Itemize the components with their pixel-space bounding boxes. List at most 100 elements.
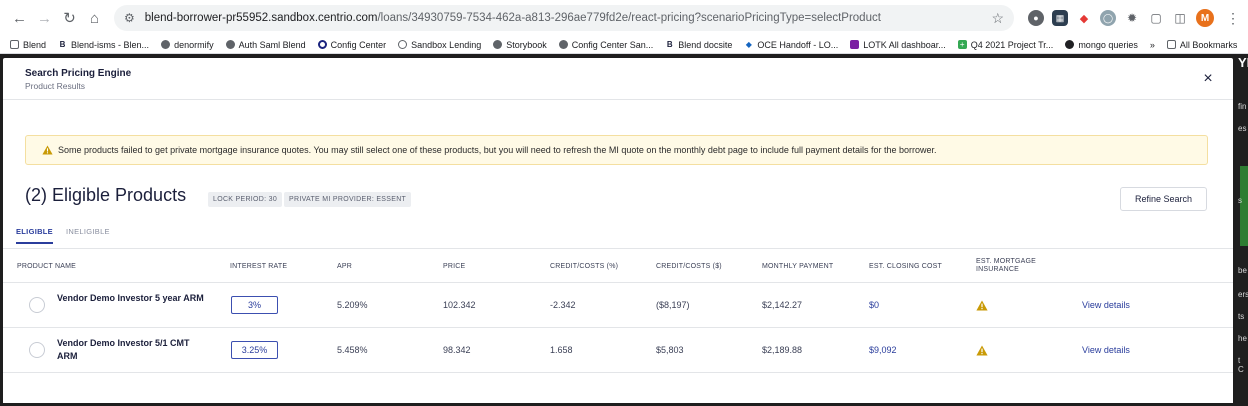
- bookmark-label: Sandbox Lending: [411, 39, 482, 50]
- bookmark-item[interactable]: Blend: [10, 40, 46, 50]
- background-text: fin: [1238, 102, 1247, 111]
- site-settings-icon[interactable]: ⚙: [124, 11, 135, 25]
- bookmark-label: Config Center San...: [571, 39, 654, 50]
- bookmarks-overflow[interactable]: »: [1150, 40, 1155, 50]
- mi-provider-chip: PRIVATE MI PROVIDER: ESSENT: [284, 192, 412, 207]
- background-text: ers: [1238, 290, 1248, 299]
- background-text: es: [1238, 124, 1247, 133]
- price-value: 98.342: [443, 345, 471, 355]
- side-panel-icon[interactable]: ◫: [1172, 10, 1188, 26]
- bookmark-item[interactable]: Config Center San...: [558, 39, 654, 50]
- product-name: Vendor Demo Investor 5/1 CMT ARM: [57, 338, 190, 361]
- col-credit-costs-pct: CREDIT/COSTS (%): [550, 263, 619, 270]
- bookmark-label: Q4 2021 Project Tr...: [970, 39, 1054, 50]
- extension-icon[interactable]: ●: [1028, 10, 1044, 26]
- bookmark-label: denormify: [174, 39, 214, 50]
- refine-search-button[interactable]: Refine Search: [1120, 187, 1207, 211]
- avatar[interactable]: M: [1196, 9, 1214, 27]
- mongo-icon: [1065, 40, 1075, 49]
- forward-icon[interactable]: →: [33, 5, 56, 31]
- browser-toolbar: ← → ↻ ⌂ ⚙ blend-borrower-pr55952.sandbox…: [0, 0, 1248, 36]
- col-credit-costs-usd: CREDIT/COSTS ($): [656, 263, 722, 270]
- all-bookmarks[interactable]: All Bookmarks: [1166, 40, 1237, 50]
- address-bar[interactable]: ⚙ blend-borrower-pr55952.sandbox.centrio…: [114, 5, 1014, 31]
- credit-costs-usd-value: ($8,197): [656, 300, 690, 310]
- blend-logo-icon: B: [666, 40, 673, 49]
- bookmark-item[interactable]: Config Center: [317, 40, 386, 50]
- bookmark-item[interactable]: Sandbox Lending: [398, 40, 481, 50]
- dashboard-icon: [850, 40, 860, 49]
- loading-icon: [398, 40, 408, 49]
- est-closing-cost-value: $0: [869, 300, 880, 310]
- view-details-link[interactable]: View details: [1082, 345, 1130, 355]
- globe-icon: [225, 40, 235, 49]
- bookmark-label: mongo queries: [1078, 39, 1138, 50]
- background-text: YE: [1238, 55, 1248, 70]
- modal-footer-space: [3, 373, 1233, 403]
- col-est-closing-cost: EST. CLOSING COST: [869, 263, 943, 270]
- bookmarks-bar: Blend B Blend-isms - Blen... denormify Au…: [0, 36, 1248, 54]
- interest-rate-input[interactable]: 3%: [231, 296, 278, 314]
- interest-rate-input[interactable]: 3.25%: [231, 341, 278, 359]
- col-product-name: PRODUCT NAME: [17, 263, 77, 270]
- bookmark-item[interactable]: Storybook: [493, 40, 547, 50]
- modal-header: Search Pricing Engine Product Results ×: [3, 58, 1233, 100]
- url-host: blend-borrower-pr55952.sandbox.centrio.c…: [144, 12, 378, 24]
- bookmark-item[interactable]: B Blend-isms - Blen...: [58, 40, 149, 50]
- col-est-mortgage-insurance: EST. MORTGAGE INSURANCE: [976, 258, 1037, 273]
- section-title: (2) Eligible Products: [25, 185, 187, 205]
- bookmark-item[interactable]: denormify: [161, 40, 214, 50]
- reload-icon[interactable]: ↻: [58, 5, 81, 31]
- url-path: /loans/34930759-7534-462a-a813-296ae779f…: [377, 12, 881, 24]
- bookmark-item[interactable]: Auth Saml Blend: [225, 40, 306, 50]
- bookmark-label: Blend: [23, 39, 47, 50]
- extension-icon[interactable]: ▦: [1052, 10, 1068, 26]
- bookmark-label: Blend docsite: [678, 39, 733, 50]
- col-monthly-payment: MONTHLY PAYMENT: [762, 263, 834, 270]
- globe-icon: [161, 40, 171, 49]
- extensions-row: ● ▦ ◆ ◯ ✹ ▢ ◫ M ⋮: [1028, 9, 1240, 27]
- bookmark-item[interactable]: LOTK All dashboar...: [850, 40, 946, 50]
- bookmark-label: Storybook: [506, 39, 547, 50]
- bookmark-label: LOTK All dashboar...: [863, 39, 946, 50]
- close-icon[interactable]: ×: [1199, 70, 1217, 88]
- extension-icon[interactable]: ◯: [1100, 10, 1116, 26]
- bookmark-item[interactable]: B Blend docsite: [665, 40, 732, 50]
- view-details-link[interactable]: View details: [1082, 300, 1130, 310]
- modal-subtitle: Product Results: [25, 81, 85, 91]
- col-price: PRICE: [443, 263, 466, 270]
- tab-eligible[interactable]: ELIGIBLE: [16, 224, 53, 244]
- globe-icon: [558, 40, 568, 49]
- bookmark-label: OCE Handoff - LO...: [757, 39, 839, 50]
- warning-banner: Some products failed to get private mort…: [25, 135, 1208, 165]
- select-product-radio[interactable]: [29, 342, 45, 358]
- warning-icon: [976, 345, 988, 356]
- credit-costs-pct-value: 1.658: [550, 345, 573, 355]
- monthly-payment-value: $2,142.27: [762, 300, 803, 310]
- bookmark-item[interactable]: ◆ OCE Handoff - LO...: [744, 40, 838, 50]
- extension-icon[interactable]: ✹: [1124, 10, 1140, 26]
- apr-value: 5.458%: [337, 345, 368, 355]
- tab-ineligible[interactable]: INELIGIBLE: [66, 224, 110, 244]
- result-tabs: ELIGIBLE INELIGIBLE: [16, 224, 123, 244]
- home-icon[interactable]: ⌂: [83, 5, 106, 31]
- menu-icon[interactable]: ⋮: [1226, 10, 1240, 27]
- bookmark-item[interactable]: mongo queries: [1065, 40, 1138, 50]
- modal-title: Search Pricing Engine: [25, 68, 132, 79]
- col-interest-rate: INTEREST RATE: [230, 263, 288, 270]
- bookmark-star-icon[interactable]: ☆: [991, 10, 1004, 27]
- extension-icon[interactable]: ◆: [1076, 10, 1092, 26]
- puzzle-icon[interactable]: ▢: [1148, 10, 1164, 26]
- table-row[interactable]: Vendor Demo Investor 5/1 CMT ARM 3.25% 5…: [3, 328, 1233, 373]
- background-text: t C: [1238, 356, 1244, 374]
- bookmark-item[interactable]: + Q4 2021 Project Tr...: [957, 39, 1054, 50]
- est-closing-cost-value: $9,092: [869, 345, 897, 355]
- warning-icon: [976, 300, 988, 311]
- back-icon[interactable]: ←: [8, 5, 31, 31]
- select-product-radio[interactable]: [29, 297, 45, 313]
- config-icon: [317, 40, 327, 49]
- credit-costs-pct-value: -2.342: [550, 300, 576, 310]
- table-row[interactable]: Vendor Demo Investor 5 year ARM 3% 5.209…: [3, 283, 1233, 328]
- sheets-icon: +: [957, 40, 967, 49]
- background-text: he: [1238, 334, 1247, 343]
